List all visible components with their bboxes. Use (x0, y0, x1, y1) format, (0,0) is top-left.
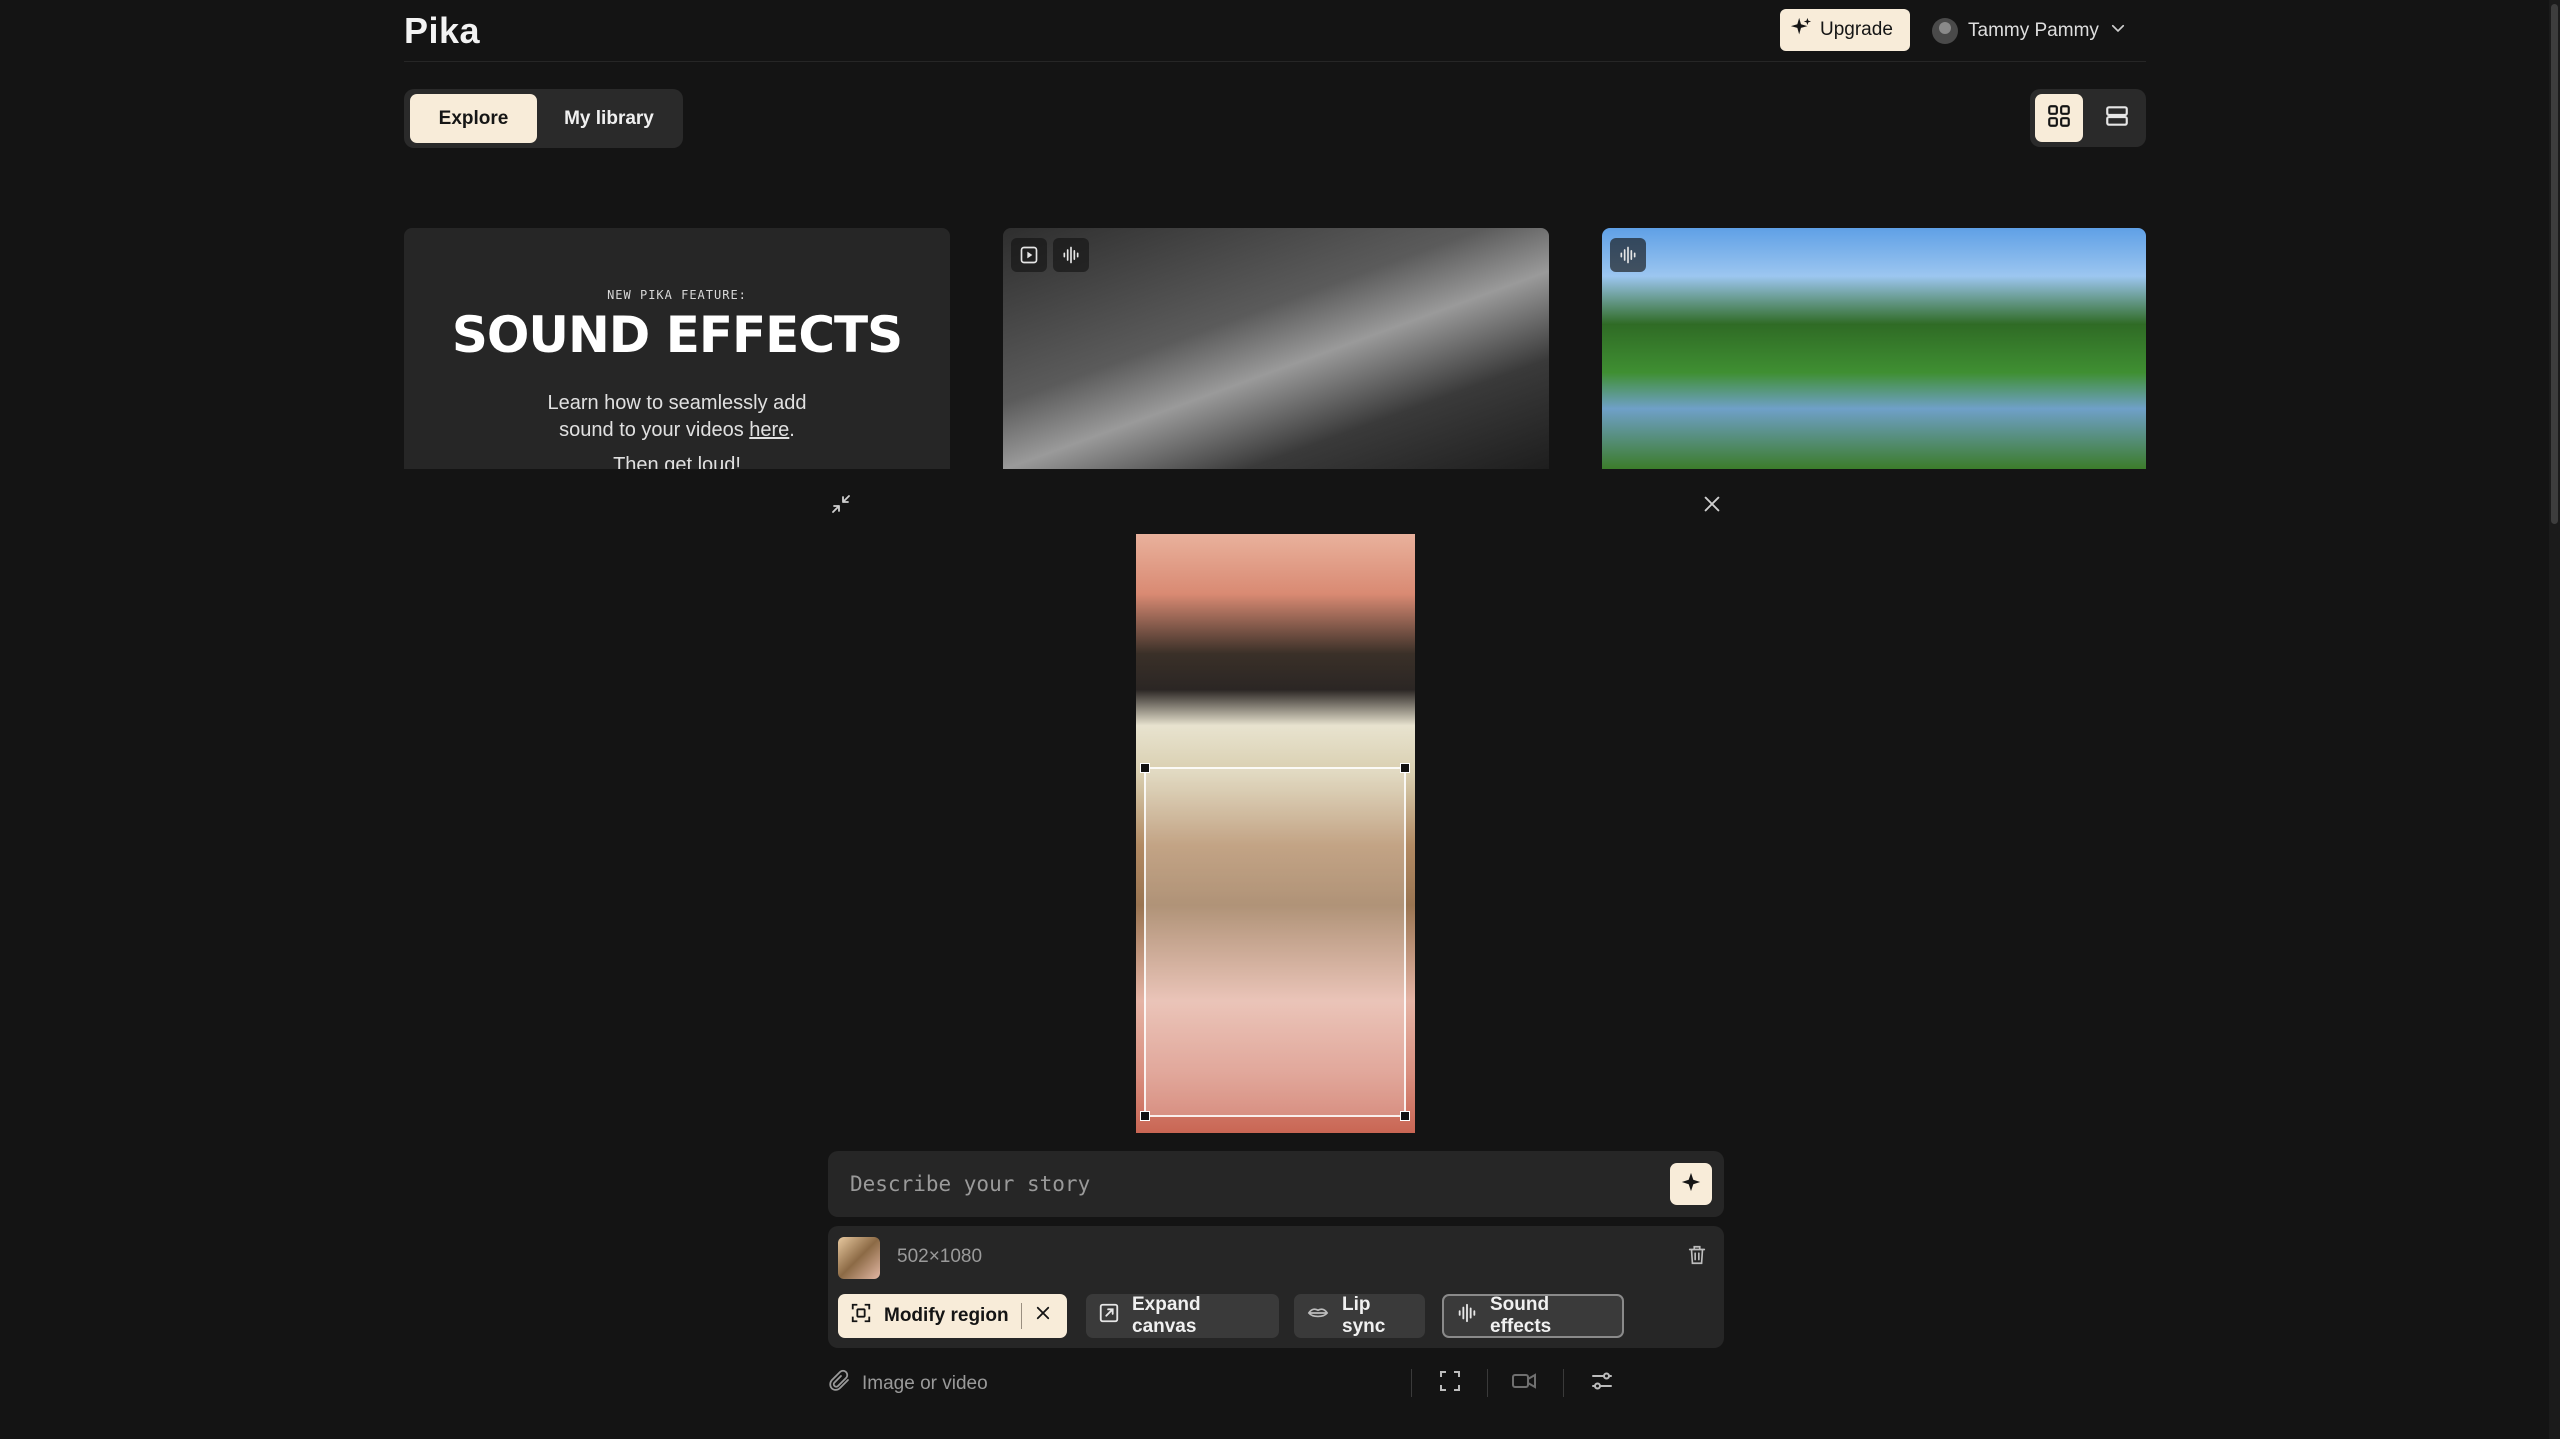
sound-wave-icon (1053, 238, 1089, 272)
sound-wave-icon (1610, 238, 1646, 272)
promo-kicker: NEW PIKA FEATURE: (607, 288, 747, 302)
prompt-box (828, 1151, 1724, 1217)
expand-canvas-label: Expand canvas (1132, 1294, 1201, 1337)
divider (1411, 1369, 1412, 1397)
asset-dimensions: 502×1080 (897, 1246, 983, 1267)
chevron-down-icon (2109, 19, 2127, 43)
promo-body: Learn how to seamlessly add sound to you… (404, 390, 950, 444)
list-icon (2104, 103, 2130, 134)
aspect-ratio-icon (1438, 1369, 1462, 1398)
avatar (1932, 18, 1958, 44)
sound-effects-label: Sound effects (1490, 1294, 1552, 1337)
view-tabs: Explore My library (404, 89, 683, 148)
asset-thumbnail[interactable] (838, 1237, 880, 1279)
generate-button[interactable] (1670, 1163, 1712, 1205)
promo-body-text: sound to your videos (559, 419, 750, 441)
promo-body-line1: Learn how to seamlessly add (547, 392, 807, 414)
lip-sync-label: Lip sync (1342, 1294, 1386, 1337)
lips-icon (1306, 1302, 1330, 1330)
expand-canvas-button[interactable]: Expand canvas (1086, 1294, 1279, 1338)
asset-panel: 502×1080 Modify region Expand canvas Lip… (828, 1226, 1724, 1348)
close-icon (1701, 493, 1723, 520)
video-card-bacon[interactable] (1003, 228, 1549, 469)
list-view-button[interactable] (2093, 94, 2141, 142)
region-select-icon (850, 1302, 872, 1330)
resize-handle[interactable] (1400, 763, 1410, 773)
grid-view-button[interactable] (2035, 94, 2083, 142)
upgrade-label: Upgrade (1820, 19, 1893, 40)
promo-footer: Then get loud! (613, 454, 741, 469)
video-icon (1011, 238, 1047, 272)
modify-region-chip[interactable]: Modify region (838, 1294, 1067, 1338)
video-card-forest[interactable] (1602, 228, 2146, 469)
sound-wave-icon (1456, 1302, 1478, 1330)
minimize-button[interactable] (826, 491, 856, 521)
promo-title: SOUND EFFECTS (451, 306, 903, 364)
resize-handle[interactable] (1400, 1111, 1410, 1121)
lip-sync-button[interactable]: Lip sync (1294, 1294, 1425, 1338)
resize-handle[interactable] (1140, 763, 1150, 773)
paperclip-icon (828, 1369, 852, 1399)
user-menu[interactable]: Tammy Pammy (1932, 14, 2127, 48)
story-prompt-input[interactable] (850, 1151, 1640, 1217)
sparkle-icon (1680, 1171, 1702, 1198)
user-name: Tammy Pammy (1968, 20, 2099, 41)
modify-region-label: Modify region (884, 1305, 1009, 1326)
attach-media-button[interactable]: Image or video (828, 1369, 988, 1399)
sliders-icon (1590, 1369, 1614, 1398)
editor-toolbar: Image or video (828, 1363, 1724, 1403)
sound-effects-button[interactable]: Sound effects (1442, 1294, 1624, 1338)
page-scrollbar[interactable] (2549, 0, 2560, 1439)
scrollbar-thumb[interactable] (2551, 4, 2558, 524)
modify-region-selection[interactable] (1140, 763, 1410, 1121)
tab-my-library[interactable]: My library (541, 94, 677, 143)
collapse-icon (829, 492, 853, 521)
divider (1487, 1369, 1488, 1397)
close-button[interactable] (1697, 491, 1727, 521)
attach-label: Image or video (862, 1373, 988, 1394)
promo-body-line2: sound to your videos here. (404, 417, 950, 444)
divider (1563, 1369, 1564, 1397)
trash-icon (1686, 1244, 1708, 1271)
divider (1020, 1303, 1022, 1329)
sparkle-icon (1790, 16, 1812, 44)
grid-icon (2046, 103, 2072, 134)
promo-card-sound-effects[interactable]: NEW PIKA FEATURE: SOUND EFFECTS Learn ho… (404, 228, 950, 469)
expand-icon (1098, 1302, 1120, 1330)
delete-asset-button[interactable] (1682, 1242, 1712, 1272)
upgrade-button[interactable]: Upgrade (1780, 9, 1910, 51)
remove-modify-region-icon[interactable] (1034, 1304, 1052, 1328)
camera-button[interactable] (1508, 1367, 1540, 1399)
promo-here-link[interactable]: here (749, 419, 789, 441)
tab-explore[interactable]: Explore (410, 94, 537, 143)
settings-button[interactable] (1586, 1367, 1618, 1399)
aspect-ratio-button[interactable] (1434, 1367, 1466, 1399)
promo-body-period: . (789, 419, 795, 441)
editor-panel: 502×1080 Modify region Expand canvas (404, 469, 2146, 1439)
layout-toggle (2030, 89, 2146, 147)
top-header: Pika Upgrade Tammy Pammy (404, 0, 2146, 62)
pika-logo[interactable]: Pika (404, 10, 480, 52)
resize-handle[interactable] (1140, 1111, 1150, 1121)
video-camera-icon (1511, 1369, 1537, 1398)
media-preview[interactable] (1136, 534, 1415, 1133)
